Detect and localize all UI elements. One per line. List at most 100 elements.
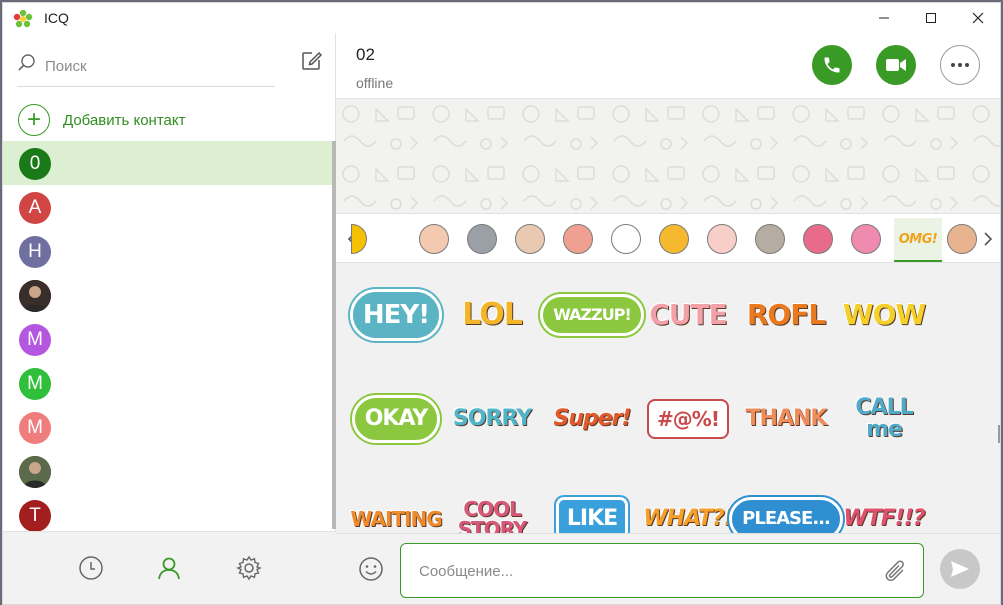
window-title: ICQ	[44, 10, 69, 26]
sticker-okay[interactable]: OKAY	[350, 385, 442, 453]
compose-icon[interactable]	[299, 49, 323, 73]
avatar: M	[19, 324, 51, 356]
sticker-text: CUTE	[649, 298, 728, 331]
minimize-button[interactable]	[861, 3, 907, 33]
sticker-pack-yellow-cat[interactable]	[654, 219, 694, 259]
avatar: 0	[19, 148, 51, 180]
phone-icon	[824, 57, 840, 73]
sticker-thank[interactable]: THANK	[740, 385, 832, 453]
avatar: H	[19, 236, 51, 268]
contact-row[interactable]	[3, 449, 332, 493]
contact-row[interactable]: M	[3, 405, 332, 449]
sticker-pack-gift[interactable]	[846, 219, 886, 259]
girl-face-icon	[419, 224, 449, 254]
plus-icon: +	[18, 104, 50, 136]
bunny-icon	[707, 224, 737, 254]
avatar: M	[19, 412, 51, 444]
contact-row[interactable]: M	[3, 317, 332, 361]
contact-row[interactable]: 0	[3, 141, 332, 185]
message-input[interactable]	[419, 560, 859, 582]
sticker-waiting[interactable]: WAITING	[350, 485, 442, 533]
sticker-sorry[interactable]: SORRY	[446, 385, 538, 453]
chat-contact-status: offline	[356, 75, 394, 91]
sticker-pack-bird-girl[interactable]	[798, 219, 838, 259]
recents-button[interactable]	[77, 554, 105, 582]
sticker-grid-scrollbar[interactable]	[997, 263, 1000, 533]
sticker-text: #@%!	[647, 399, 729, 439]
cowboy-icon	[563, 224, 593, 254]
minimize-icon	[879, 17, 889, 19]
video-call-button[interactable]	[876, 45, 916, 85]
sticker-cool-story[interactable]: COOL STORY	[446, 485, 538, 533]
partial-pack-icon	[351, 224, 367, 254]
gear-icon	[236, 555, 262, 581]
sticker-pack-girl-face[interactable]	[414, 219, 454, 259]
sticker-text: LOL	[462, 297, 523, 332]
sticker-text: CALL me	[855, 395, 913, 442]
maximize-button[interactable]	[908, 3, 954, 33]
sidebar: + Добавить контакт 0AHMMMT	[3, 33, 336, 604]
sticker-pack-cowboy[interactable]	[558, 219, 598, 259]
sticker-wazzup[interactable]: WAZZUP!	[540, 281, 644, 349]
bird-girl-icon	[803, 224, 833, 254]
add-contact-button[interactable]: + Добавить контакт	[18, 103, 318, 137]
sticker-hey[interactable]: HEY!	[349, 281, 443, 349]
avatar: A	[19, 192, 51, 224]
chevron-right-icon[interactable]	[976, 226, 1000, 252]
more-options-button[interactable]	[940, 45, 980, 85]
video-camera-icon	[886, 59, 906, 71]
search-icon	[18, 54, 35, 71]
send-button[interactable]	[940, 549, 980, 589]
sticker-grid-scroll-thumb[interactable]	[998, 425, 1000, 443]
avatar: T	[19, 500, 51, 532]
sticker-pack-gray-cat[interactable]	[750, 219, 790, 259]
contact-row[interactable]: M	[3, 361, 332, 405]
sticker-pack-partial-pack[interactable]	[348, 219, 370, 259]
sticker-cute[interactable]: CUTE	[642, 281, 734, 349]
sticker-lol[interactable]: LOL	[446, 281, 538, 349]
paperclip-icon[interactable]	[883, 558, 909, 586]
settings-button[interactable]	[235, 554, 263, 582]
sticker-please[interactable]: PLEASE...	[729, 485, 843, 533]
icq-window: ICQ + Добавить контакт 0AHMMMT	[2, 2, 1001, 605]
couple-icon	[947, 224, 977, 254]
grumpy-cat-icon	[467, 224, 497, 254]
sticker-text: Super!	[553, 406, 631, 431]
contact-row[interactable]	[3, 273, 332, 317]
chat-area: 02 offline OMG! HEY! LOL WAZZUP! CUTE RO…	[336, 33, 1000, 604]
sticker-pack-bunny[interactable]	[702, 219, 742, 259]
contacts-tab-button[interactable]	[155, 554, 183, 582]
sticker-text: SORRY	[452, 406, 532, 431]
sticker-rofl[interactable]: ROFL	[740, 281, 832, 349]
omg-pack-label: OMG!	[898, 231, 938, 247]
sticker-super[interactable]: Super!	[546, 385, 638, 453]
sticker-wow[interactable]: WOW	[838, 281, 930, 349]
chat-doodle-background	[336, 99, 1000, 213]
sticker-pack-grumpy-cat[interactable]	[462, 219, 502, 259]
voice-call-button[interactable]	[812, 45, 852, 85]
sticker-text: THANK	[745, 406, 828, 431]
title-bar: ICQ	[3, 3, 1000, 33]
chat-header: 02 offline	[336, 33, 1000, 99]
sticker-[interactable]: #@%!	[642, 385, 734, 453]
gift-icon	[851, 224, 881, 254]
contact-row[interactable]: T	[3, 493, 332, 533]
sticker-pack-ghost[interactable]	[606, 219, 646, 259]
search-input[interactable]	[45, 55, 265, 77]
sticker-text: OKAY	[351, 395, 441, 443]
sticker-pack-omg[interactable]: OMG!	[894, 218, 942, 262]
sticker-call-me[interactable]: CALL me	[838, 385, 930, 453]
contacts-icon	[158, 557, 180, 580]
sticker-what[interactable]: WHAT?!	[642, 485, 734, 533]
sticker-text: LIKE	[555, 497, 629, 533]
sticker-text: PLEASE...	[729, 497, 843, 533]
smiley-icon[interactable]	[358, 556, 384, 582]
contact-row[interactable]: A	[3, 185, 332, 229]
sticker-like[interactable]: LIKE	[546, 485, 638, 533]
sticker-pack-pig[interactable]	[510, 219, 550, 259]
close-button[interactable]	[955, 3, 1000, 33]
sticker-wtf[interactable]: WTF!!?	[838, 485, 930, 533]
contact-row[interactable]: H	[3, 229, 332, 273]
pig-icon	[515, 224, 545, 254]
close-icon	[972, 12, 984, 24]
